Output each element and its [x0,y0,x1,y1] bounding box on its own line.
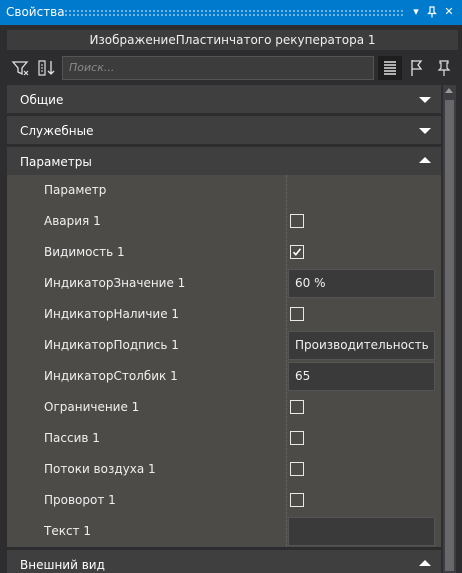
property-checkbox[interactable] [290,245,304,259]
property-label: ИндикаторЗначение 1 [44,276,186,290]
params-header-row: Параметр [7,175,441,206]
property-label: Пассив 1 [44,431,100,445]
properties-toolbar: Поиск... [7,54,458,82]
chevron-down-icon[interactable] [419,97,431,103]
panel-title: Свойства [6,5,65,19]
property-row[interactable]: Видимость 1 [7,237,441,268]
scroll-up-icon[interactable] [445,88,453,93]
list-view-icon[interactable] [378,56,402,80]
property-row[interactable]: ИндикаторСтолбик 1 65 [7,361,441,392]
sort-icon[interactable] [35,56,59,80]
property-label: Видимость 1 [44,245,125,259]
panel-titlebar[interactable]: Свойства ▾ ✕ [0,0,462,25]
property-value-field[interactable] [288,517,435,546]
property-label: Проворот 1 [44,493,116,507]
property-row[interactable]: ИндикаторНаличие 1 [7,299,441,330]
checkmark-icon [292,248,302,256]
flag-icon[interactable] [405,56,429,80]
pin-icon[interactable] [424,4,440,20]
property-label: ИндикаторПодпись 1 [44,338,179,352]
property-label: Авария 1 [44,214,101,228]
category-general-label: Общие [20,93,64,107]
property-value-field[interactable]: 60 % [288,269,435,298]
property-row[interactable]: Проворот 1 [7,485,441,516]
category-params[interactable]: Параметры [7,147,441,176]
filter-icon[interactable] [9,56,33,80]
chevron-down-icon[interactable] [419,128,431,134]
property-row[interactable]: Ограничение 1 [7,392,441,423]
dropdown-icon[interactable]: ▾ [408,4,424,20]
category-appearance-label: Внешний вид [20,558,105,572]
object-name: ИзображениеПластинчатого рекуператора 1 [7,30,458,50]
property-row[interactable]: Текст 1 [7,516,441,547]
property-checkbox[interactable] [290,462,304,476]
category-appearance[interactable]: Внешний вид [7,550,441,573]
property-checkbox[interactable] [290,431,304,445]
property-label: Потоки воздуха 1 [44,462,156,476]
property-checkbox[interactable] [290,307,304,321]
params-section: Параметр Авария 1 Видимость 1 ИндикаторЗ… [7,175,441,547]
scrollbar-thumb[interactable] [445,100,454,571]
property-grid: Общие Служебные Параметры Параметр Авари… [7,85,441,573]
vertical-scrollbar[interactable] [443,85,456,573]
pushpin-icon[interactable] [432,56,456,80]
property-row[interactable]: Авария 1 [7,206,441,237]
chevron-up-icon[interactable] [419,157,431,163]
category-general[interactable]: Общие [7,85,441,114]
category-service-label: Служебные [20,124,94,138]
property-label: Ограничение 1 [44,400,140,414]
property-label: ИндикаторНаличие 1 [44,307,180,321]
params-header: Параметр [44,183,107,197]
close-icon[interactable]: ✕ [441,4,457,20]
property-value-field[interactable]: Производительность [288,331,435,360]
chevron-up-icon[interactable] [419,560,431,566]
category-service[interactable]: Служебные [7,116,441,145]
property-row[interactable]: ИндикаторПодпись 1 Производительность [7,330,441,361]
property-label: ИндикаторСтолбик 1 [44,369,178,383]
property-checkbox[interactable] [290,214,304,228]
property-label: Текст 1 [44,524,91,538]
titlebar-grip[interactable] [64,9,404,16]
property-row[interactable]: ИндикаторЗначение 1 60 % [7,268,441,299]
search-input[interactable]: Поиск... [62,56,374,80]
property-checkbox[interactable] [290,493,304,507]
property-checkbox[interactable] [290,400,304,414]
property-row[interactable]: Потоки воздуха 1 [7,454,441,485]
category-params-label: Параметры [20,155,92,169]
property-value-field[interactable]: 65 [288,362,435,391]
property-row[interactable]: Пассив 1 [7,423,441,454]
